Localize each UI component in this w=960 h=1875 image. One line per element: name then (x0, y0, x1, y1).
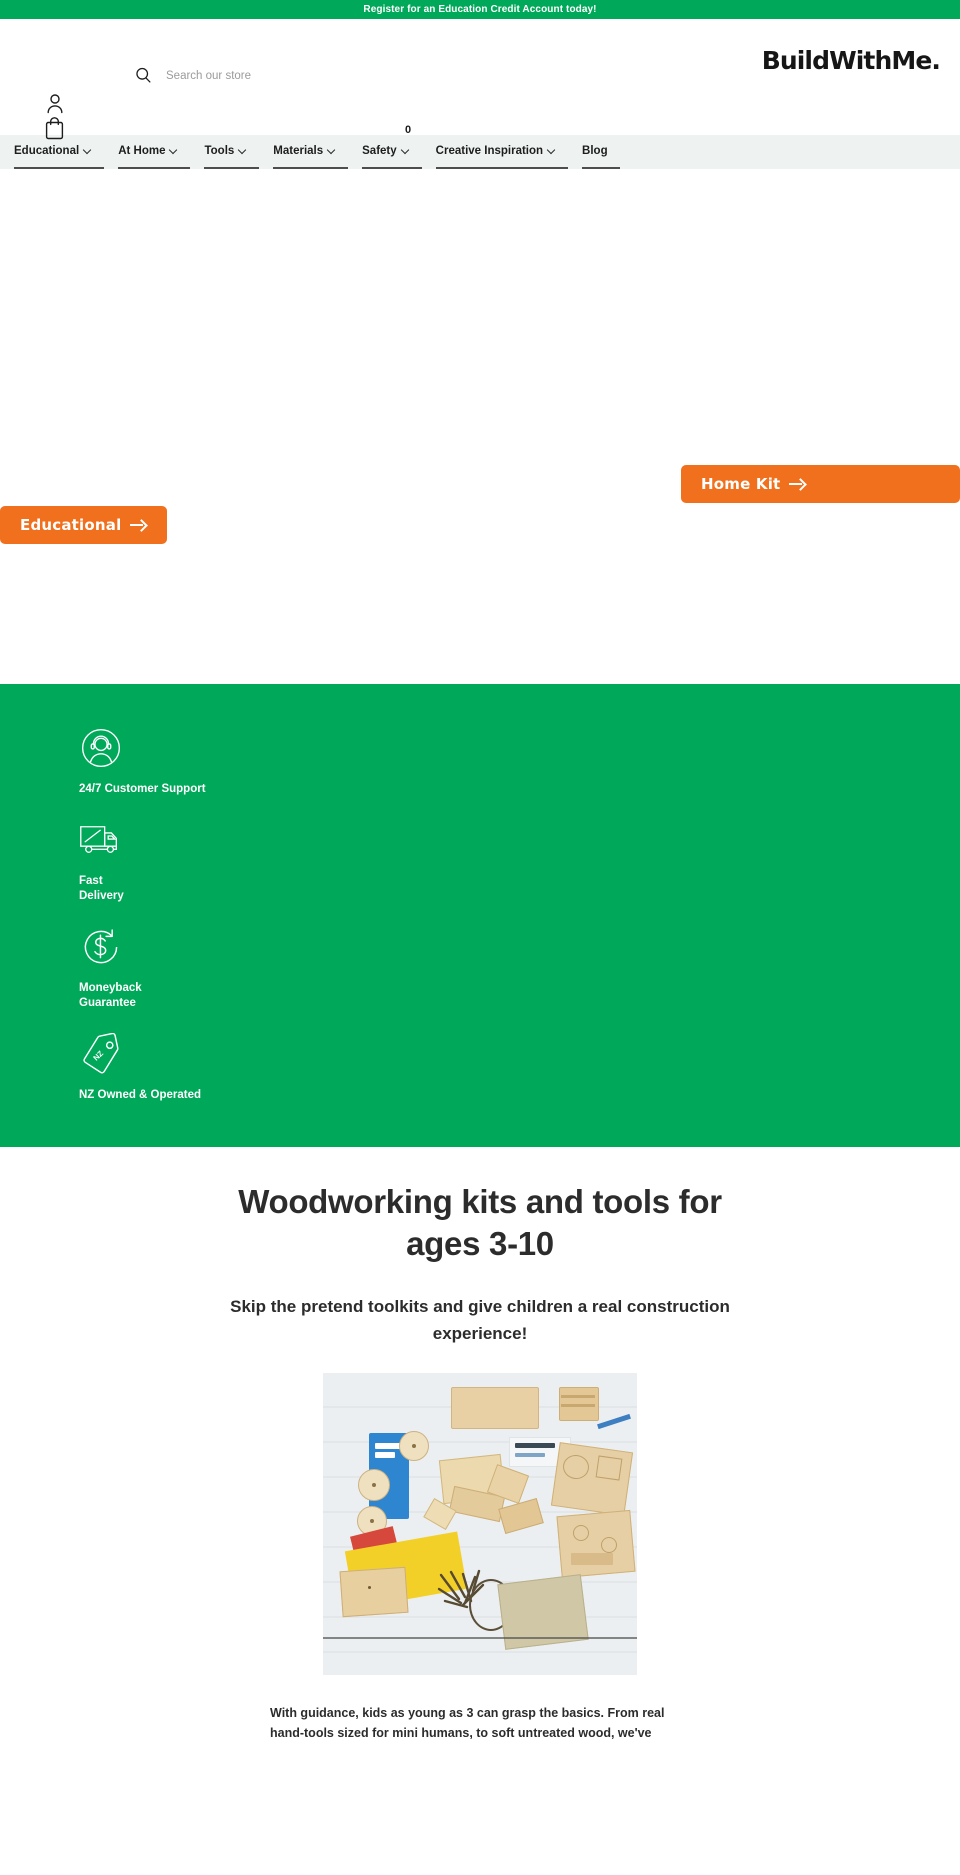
photo-bench-seam (323, 1637, 637, 1639)
photo-wood-plank (451, 1387, 539, 1429)
photo-template-slot (571, 1553, 613, 1565)
photo-card-text-line (375, 1443, 401, 1449)
delivery-truck-icon (79, 816, 960, 864)
photo-card-text-line (375, 1452, 395, 1458)
svg-text:NZ: NZ (91, 1048, 105, 1062)
page-title: Woodworking kits and tools for ages 3-10 (238, 1183, 722, 1262)
chevron-down-icon (170, 146, 178, 154)
chevron-down-icon (328, 146, 336, 154)
hero-button-label: Educational (20, 516, 122, 534)
search-input[interactable] (166, 69, 496, 82)
nav-item-label: Creative Inspiration (435, 145, 544, 157)
photo-label-text-line (515, 1453, 545, 1457)
chevron-down-icon (84, 146, 92, 154)
photo-wood-groove (561, 1395, 595, 1398)
site-header: BuildWithMe. 0 (0, 19, 960, 140)
photo-plywood-sheet (556, 1509, 636, 1579)
chevron-down-icon (402, 146, 410, 154)
search-icon[interactable] (135, 67, 152, 84)
announcement-bar[interactable]: Register for an Education Credit Account… (0, 0, 960, 19)
photo-wheel-hub (370, 1519, 374, 1523)
feature-item-delivery: Fast Delivery (0, 816, 960, 905)
photo-wood-offcut (339, 1566, 409, 1618)
cart-item-count: 0 (405, 124, 412, 136)
feature-item-label: NZ Owned & Operated (79, 1088, 202, 1101)
feature-item-support: 24/7 Customer Support (0, 724, 960, 798)
photo-label-text-line (515, 1443, 555, 1448)
photo-template-hole (601, 1537, 617, 1553)
feature-benefits-band: 24/7 Customer Support Fast Delivery Mone… (0, 684, 960, 1147)
page-subtitle: Skip the pretend toolkits and give child… (230, 1297, 730, 1343)
nz-price-tag-icon: NZ (79, 1030, 960, 1078)
product-photo (323, 1373, 637, 1675)
nav-item-at-home[interactable]: At Home (118, 135, 191, 169)
hero-button-label: Home Kit (701, 475, 781, 493)
nav-item-label: Safety (362, 145, 397, 157)
content-section: Woodworking kits and tools for ages 3-10… (0, 1147, 960, 1767)
nav-item-label: Materials (273, 145, 324, 157)
nav-item-safety[interactable]: Safety (362, 135, 422, 169)
photo-wood-groove (561, 1404, 595, 1407)
chevron-down-icon (548, 146, 556, 154)
hero-section: Home Kit Educational (0, 169, 960, 684)
dollar-refresh-icon (79, 923, 960, 971)
arrow-right-icon (789, 479, 806, 489)
nav-item-label: Tools (204, 145, 235, 157)
site-logo[interactable]: BuildWithMe. (762, 48, 941, 73)
main-navigation: Educational At Home Tools Materials Safe… (0, 135, 960, 169)
hero-button-home-kit[interactable]: Home Kit (681, 465, 960, 503)
nav-item-creative-inspiration[interactable]: Creative Inspiration (435, 135, 569, 169)
feature-item-label: Fast Delivery (79, 874, 124, 903)
photo-template-square (595, 1455, 623, 1481)
shopping-bag-icon[interactable] (44, 116, 65, 145)
announcement-text: Register for an Education Credit Account… (363, 3, 597, 15)
hero-button-educational[interactable]: Educational (0, 506, 168, 544)
photo-wheel-hub (372, 1483, 376, 1487)
photo-template-hole (573, 1525, 589, 1541)
nav-item-materials[interactable]: Materials (273, 135, 349, 169)
arrow-right-icon (130, 520, 147, 530)
content-paragraph: With guidance, kids as young as 3 can gr… (270, 1706, 665, 1740)
search-bar[interactable] (135, 67, 496, 84)
feature-item-nz-owned: NZ NZ Owned & Operated (0, 1030, 960, 1104)
nav-item-label: Blog (582, 145, 608, 157)
headset-support-icon (79, 724, 960, 772)
photo-plywood-sheet (550, 1442, 634, 1516)
photo-wheel-hub (412, 1444, 416, 1448)
photo-wood-knot (368, 1586, 371, 1589)
feature-item-label: Moneyback Guarantee (79, 981, 142, 1010)
nav-item-label: At Home (118, 145, 166, 157)
chevron-down-icon (239, 146, 247, 154)
nav-item-blog[interactable]: Blog (582, 135, 620, 169)
feature-item-moneyback: Moneyback Guarantee (0, 923, 960, 1012)
feature-item-label: 24/7 Customer Support (79, 783, 206, 795)
nav-item-tools[interactable]: Tools (204, 135, 260, 169)
